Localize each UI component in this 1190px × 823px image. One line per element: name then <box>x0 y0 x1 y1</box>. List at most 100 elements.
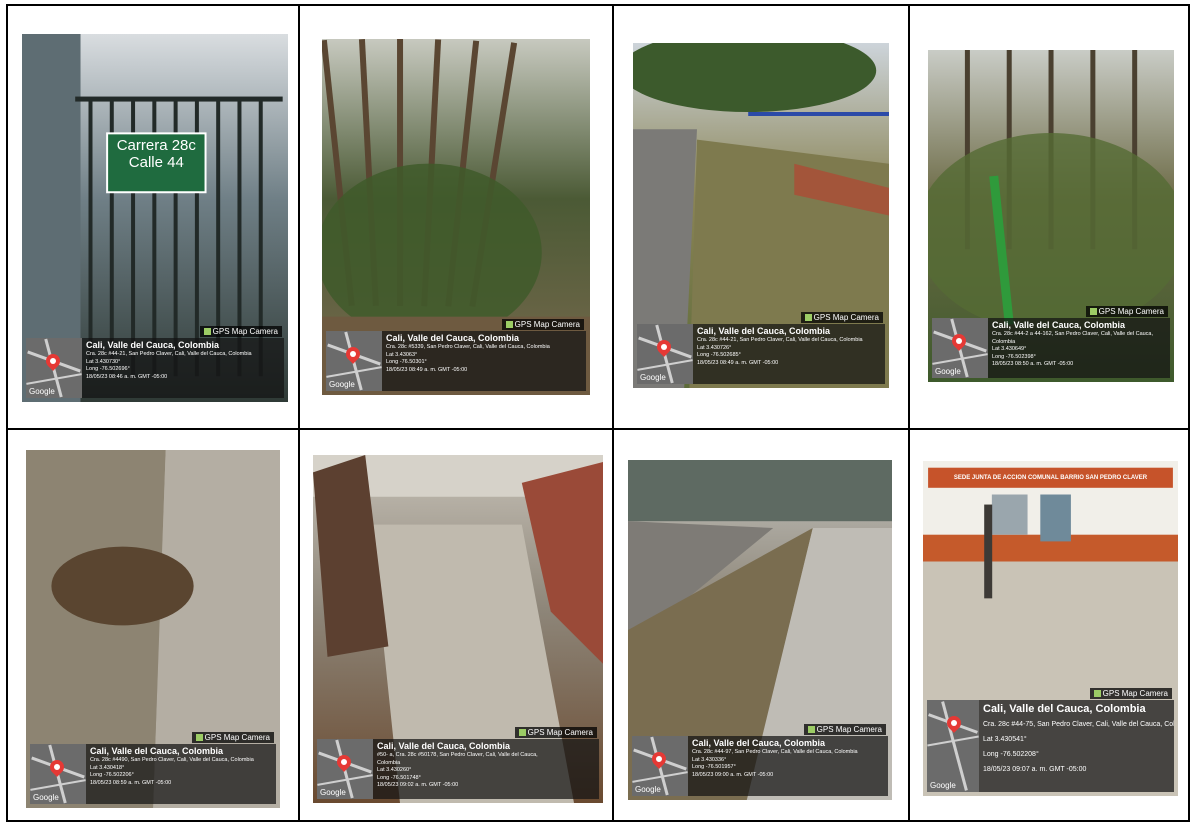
longitude: Long -76.50301° <box>386 359 427 365</box>
badge-label: GPS Map Camera <box>816 725 882 734</box>
camera-icon <box>1093 690 1101 697</box>
location-text: Cali, Valle del Cauca, Colombia Cra. 28c… <box>693 324 867 384</box>
photo-8: SEDE JUNTA DE ACCION COMUNAL BARRIO SAN … <box>923 461 1178 796</box>
address-line: Cra. 28c #4490, San Pedro Claver, Cali, … <box>90 757 254 763</box>
photo-2: GPS Map Camera Google Cali, Valle del Ca… <box>322 39 590 395</box>
gps-overlay: GPS Map Camera Google Cali, Valle del Ca… <box>632 724 888 796</box>
grid-divider <box>298 6 300 820</box>
gps-overlay: GPS Map Camera Google Cali, Valle del Ca… <box>26 326 284 398</box>
map-provider-label: Google <box>320 788 346 797</box>
address-line: Cra. 28c #5339, San Pedro Claver, Cali, … <box>386 344 550 350</box>
camera-icon <box>518 729 526 736</box>
location-text: Cali, Valle del Cauca, Colombia Cra. 28c… <box>86 744 258 804</box>
mini-map: Google <box>26 338 82 398</box>
city-title: Cali, Valle del Cauca, Colombia <box>386 333 520 343</box>
sign-line-2: Calle 44 <box>128 154 184 172</box>
address-line-2: Colombia <box>377 759 401 766</box>
location-text: Cali, Valle del Cauca, Colombia Cra. 28c… <box>82 338 256 398</box>
photo-4: GPS Map Camera Google Cali, Valle del Ca… <box>928 50 1174 382</box>
city-title: Cali, Valle del Cauca, Colombia <box>692 738 826 748</box>
badge-label: GPS Map Camera <box>204 733 270 742</box>
longitude: Long -76.502685° <box>697 352 741 358</box>
badge-label: GPS Map Camera <box>514 320 580 329</box>
gps-map-camera-badge: GPS Map Camera <box>514 727 597 738</box>
mini-map: Google <box>317 739 373 799</box>
latitude: Lat 3.430726° <box>697 344 732 351</box>
timestamp: 18/05/23 08:46 a. m. GMT -05:00 <box>86 373 168 380</box>
latitude: Lat 3.430649° <box>992 346 1027 352</box>
longitude: Long -76.502398° <box>992 353 1036 360</box>
gps-map-camera-badge: GPS Map Camera <box>501 319 584 330</box>
map-pin-icon <box>47 757 67 777</box>
address-line: #50- a, Cra. 28c #50178, San Pedro Clave… <box>377 752 538 758</box>
map-pin-icon <box>949 331 969 351</box>
map-provider-label: Google <box>640 373 666 382</box>
longitude: Long -76.502696° <box>86 366 130 372</box>
location-text: Cali, Valle del Cauca, Colombia #50- a, … <box>373 739 542 799</box>
mini-map: Google <box>326 331 382 391</box>
gps-overlay: GPS Map Camera Google Cali, Valle del Ca… <box>637 312 885 384</box>
gps-overlay: GPS Map Camera Google Cali, Valle del Ca… <box>326 319 586 391</box>
city-title: Cali, Valle del Cauca, Colombia <box>377 741 511 751</box>
photo-3: GPS Map Camera Google Cali, Valle del Ca… <box>633 43 889 388</box>
location-info-panel: Google Cali, Valle del Cauca, Colombia C… <box>637 324 885 384</box>
timestamp: 18/05/23 08:59 a. m. GMT -05:00 <box>90 779 172 786</box>
address-line: Cra. 28c #44-75, San Pedro Claver, Cali,… <box>983 721 1174 728</box>
location-info-panel: Google Cali, Valle del Cauca, Colombia C… <box>632 736 888 796</box>
camera-icon <box>195 734 203 741</box>
map-pin-icon <box>649 749 669 769</box>
location-text: Cali, Valle del Cauca, Colombia Cra. 28c… <box>688 736 862 796</box>
timestamp: 18/05/23 08:49 a. m. GMT -05:00 <box>697 359 779 366</box>
map-provider-label: Google <box>329 380 355 389</box>
sign-line-1: Carrera 28c <box>116 137 196 155</box>
map-pin-icon <box>343 344 363 364</box>
gps-map-camera-badge: GPS Map Camera <box>800 312 883 323</box>
grid-divider <box>612 6 614 820</box>
address-line-2: Colombia <box>992 338 1016 345</box>
photo-5: GPS Map Camera Google Cali, Valle del Ca… <box>26 450 280 808</box>
badge-label: GPS Map Camera <box>212 327 278 336</box>
timestamp: 18/05/23 08:50 a. m. GMT -05:00 <box>992 361 1074 367</box>
longitude: Long -76.502206° <box>90 772 134 778</box>
camera-icon <box>505 321 513 328</box>
grid-divider <box>8 428 1188 430</box>
mini-map: Google <box>637 324 693 384</box>
location-info-panel: Google Cali, Valle del Cauca, Colombia #… <box>317 739 599 799</box>
badge-label: GPS Map Camera <box>527 728 593 737</box>
city-title: Cali, Valle del Cauca, Colombia <box>983 703 1146 715</box>
badge-label: GPS Map Camera <box>1102 689 1168 698</box>
photo-1: Carrera 28c Calle 44 GPS Map Camera Googl… <box>22 34 288 402</box>
building-sign: SEDE JUNTA DE ACCION COMUNAL BARRIO SAN … <box>953 475 1148 482</box>
longitude: Long -76.502208° <box>983 751 1039 758</box>
badge-label: GPS Map Camera <box>813 313 879 322</box>
photo-6: GPS Map Camera Google Cali, Valle del Ca… <box>313 455 603 803</box>
gps-map-camera-badge: GPS Map Camera <box>199 326 282 337</box>
mini-map: Google <box>30 744 86 804</box>
latitude: Lat 3.430541° <box>983 736 1027 743</box>
map-provider-label: Google <box>930 781 956 790</box>
mini-map: Google <box>927 700 979 792</box>
gps-map-camera-badge: GPS Map Camera <box>1089 688 1172 699</box>
timestamp: 18/05/23 09:02 a. m. GMT -05:00 <box>377 782 459 788</box>
camera-icon <box>804 314 812 321</box>
city-title: Cali, Valle del Cauca, Colombia <box>992 320 1126 330</box>
gps-overlay: GPS Map Camera Google Cali, Valle del Ca… <box>932 306 1170 378</box>
timestamp: 18/05/23 09:00 a. m. GMT -05:00 <box>692 771 774 778</box>
map-provider-label: Google <box>635 785 661 794</box>
map-provider-label: Google <box>29 387 55 396</box>
city-title: Cali, Valle del Cauca, Colombia <box>86 340 220 350</box>
longitude: Long -76.501957° <box>692 764 736 770</box>
address-line: Cra. 28c #44-97, San Pedro Claver, Cali,… <box>692 749 858 755</box>
map-pin-icon <box>654 337 674 357</box>
map-provider-label: Google <box>935 367 961 376</box>
latitude: Lat 3.430336° <box>692 756 727 763</box>
timestamp: 18/05/23 08:49 a. m. GMT -05:00 <box>386 366 468 373</box>
gps-overlay: GPS Map Camera Google Cali, Valle del Ca… <box>317 727 599 799</box>
gps-map-camera-badge: GPS Map Camera <box>191 732 274 743</box>
badge-label: GPS Map Camera <box>1098 307 1164 316</box>
city-title: Cali, Valle del Cauca, Colombia <box>90 746 224 756</box>
address-line: Cra. 28c #44-2 a 44-162, San Pedro Clave… <box>992 331 1154 337</box>
map-pin-icon <box>334 752 354 772</box>
location-info-panel: Google Cali, Valle del Cauca, Colombia C… <box>932 318 1170 378</box>
location-text: Cali, Valle del Cauca, Colombia Cra. 28c… <box>979 700 1174 792</box>
